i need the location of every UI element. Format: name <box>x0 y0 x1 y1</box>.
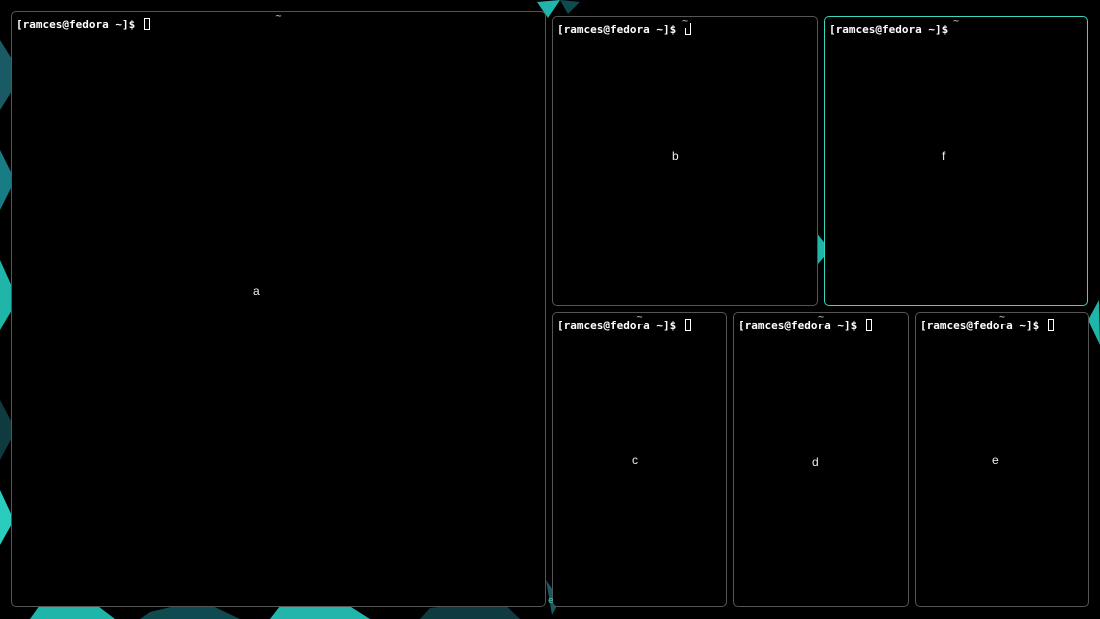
key-hint-c: c <box>632 453 638 467</box>
window-title: ~ <box>680 16 690 28</box>
cursor-icon <box>866 319 872 331</box>
prompt-text: [ramces@fedora ~]$ <box>920 319 1039 332</box>
key-hint-f: f <box>942 149 945 163</box>
terminal-window-e[interactable]: ~ [ramces@fedora ~]$ <box>915 312 1089 607</box>
terminal-window-d[interactable]: ~ [ramces@fedora ~]$ <box>733 312 909 607</box>
cursor-icon <box>685 319 691 331</box>
key-hint-d: d <box>812 455 819 469</box>
window-title: ~ <box>816 312 826 324</box>
prompt-text: [ramces@fedora ~]$ <box>829 23 948 36</box>
prompt-text: [ramces@fedora ~]$ <box>557 23 676 36</box>
window-title: ~ <box>273 11 283 23</box>
terminal-window-c[interactable]: ~ [ramces@fedora ~]$ <box>552 312 727 607</box>
key-hint-e: e <box>992 453 999 467</box>
key-hint-a: a <box>253 284 260 298</box>
prompt-text: [ramces@fedora ~]$ <box>738 319 857 332</box>
prompt-text: [ramces@fedora ~]$ <box>557 319 676 332</box>
prompt-text: [ramces@fedora ~]$ <box>16 18 135 31</box>
cursor-icon <box>144 18 150 30</box>
window-title: ~ <box>997 312 1007 324</box>
terminal-window-b[interactable]: ~ [ramces@fedora ~]$ <box>552 16 818 306</box>
window-title: ~ <box>634 312 644 324</box>
key-hint-b: b <box>672 149 679 163</box>
terminal-window-f[interactable]: ~ [ramces@fedora ~]$ <box>824 16 1088 306</box>
cursor-icon <box>1048 319 1054 331</box>
resize-indicator-left: e <box>548 596 1098 617</box>
window-title: ~ <box>951 16 961 28</box>
terminal-window-a[interactable]: ~ [ramces@fedora ~]$ <box>11 11 546 607</box>
